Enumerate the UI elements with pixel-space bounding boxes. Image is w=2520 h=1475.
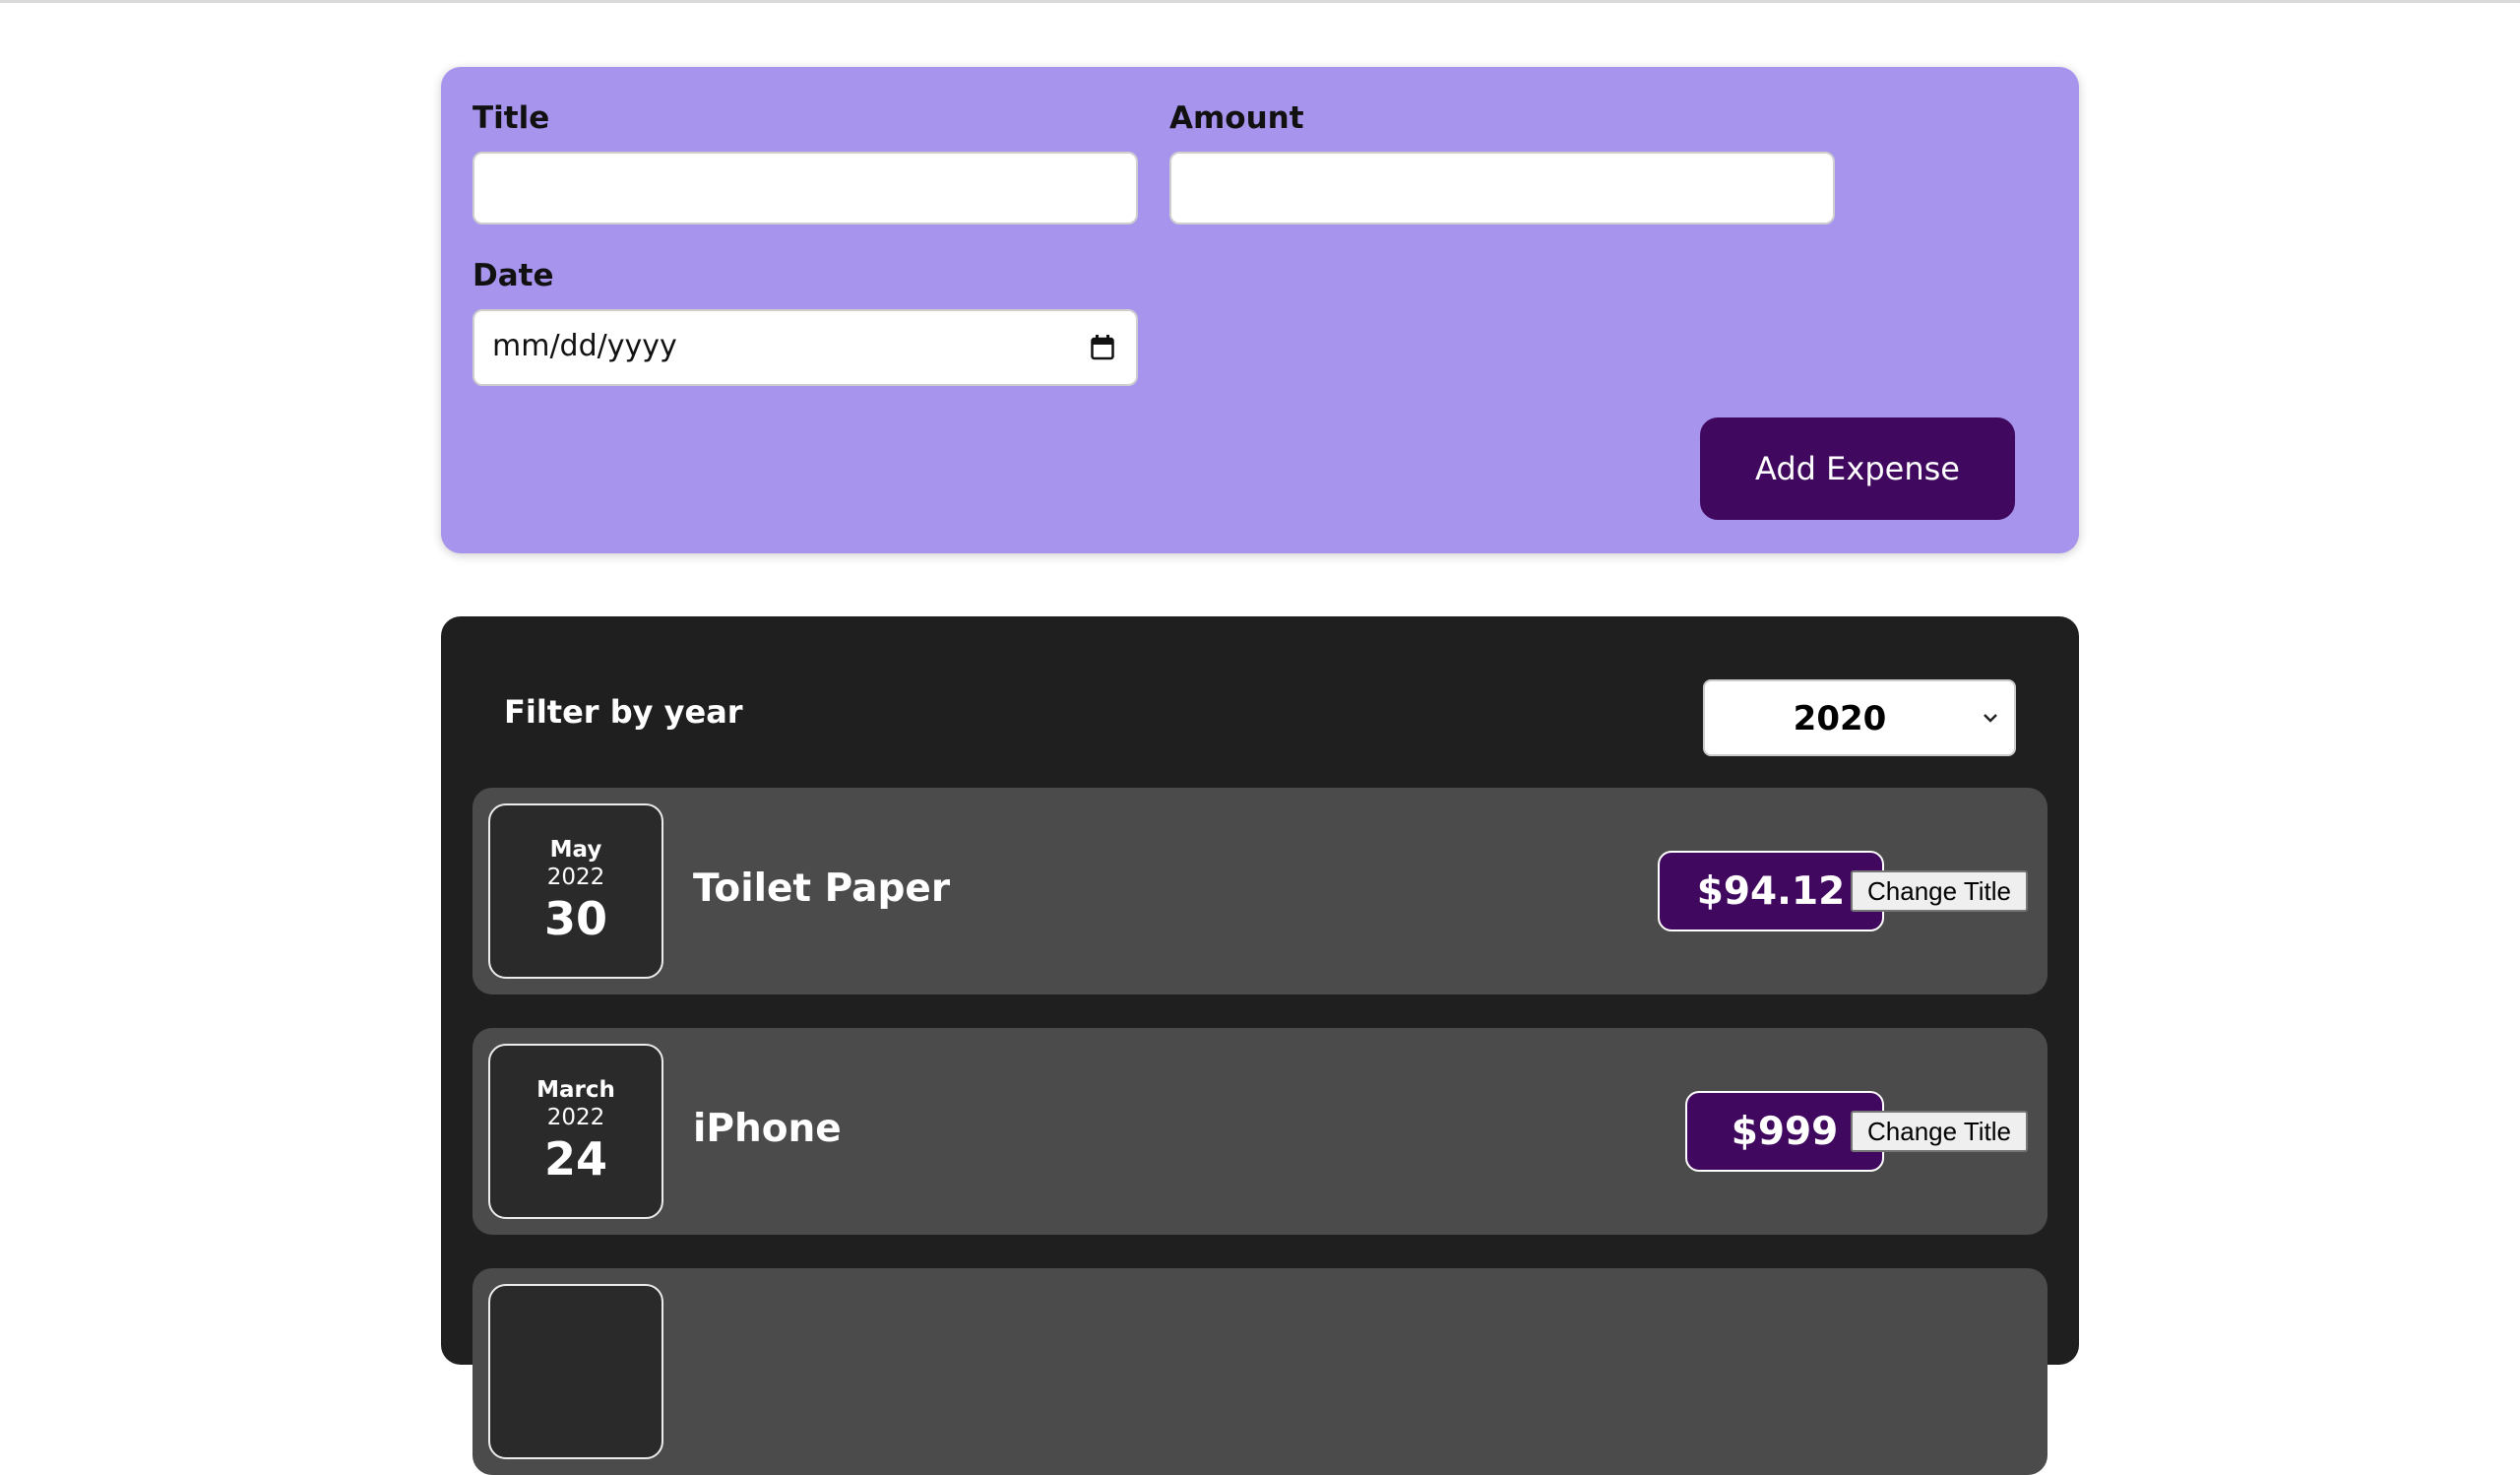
expenses-panel: Filter by year 2020 May 2022 30 Toilet P… <box>441 616 2079 1475</box>
change-title-button[interactable]: Change Title <box>1851 870 2028 912</box>
filter-label: Filter by year <box>504 693 743 731</box>
expense-item <box>472 1268 2048 1475</box>
expense-date <box>488 1284 663 1459</box>
amount-label: Amount <box>1169 100 1304 136</box>
expense-date-day: 24 <box>543 1132 607 1186</box>
expense-item: May 2022 30 Toilet Paper $94.12 Change T… <box>472 788 2048 994</box>
expense-date-year: 2022 <box>546 865 605 890</box>
year-filter-select[interactable]: 2020 <box>1703 679 2016 756</box>
expense-date-year: 2022 <box>546 1105 605 1130</box>
expense-date-day: 30 <box>543 892 607 945</box>
amount-input[interactable] <box>1169 152 1835 224</box>
title-label: Title <box>472 100 550 136</box>
expense-date: May 2022 30 <box>488 803 663 979</box>
expense-title: Toilet Paper <box>693 866 951 911</box>
date-label: Date <box>472 258 554 293</box>
expense-title: iPhone <box>693 1107 842 1151</box>
expense-date-month: March <box>536 1077 615 1103</box>
expense-date: March 2022 24 <box>488 1044 663 1219</box>
chevron-down-icon <box>1984 714 1997 723</box>
date-input[interactable]: mm/dd/yyyy <box>472 309 1138 386</box>
date-placeholder: mm/dd/yyyy <box>492 329 677 363</box>
title-input[interactable] <box>472 152 1138 224</box>
calendar-icon[interactable] <box>1091 335 1114 360</box>
expense-date-month: May <box>549 837 602 863</box>
expense-app: Title Amount Date mm/dd/yyyy Add Expense… <box>0 0 2520 1475</box>
change-title-button[interactable]: Change Title <box>1851 1111 2028 1152</box>
year-select-value: 2020 <box>1793 699 1887 738</box>
add-expense-button[interactable]: Add Expense <box>1700 417 2015 520</box>
expense-item: March 2022 24 iPhone $999 Change Title <box>472 1028 2048 1235</box>
new-expense-form: Title Amount Date mm/dd/yyyy Add Expense <box>441 67 2079 553</box>
